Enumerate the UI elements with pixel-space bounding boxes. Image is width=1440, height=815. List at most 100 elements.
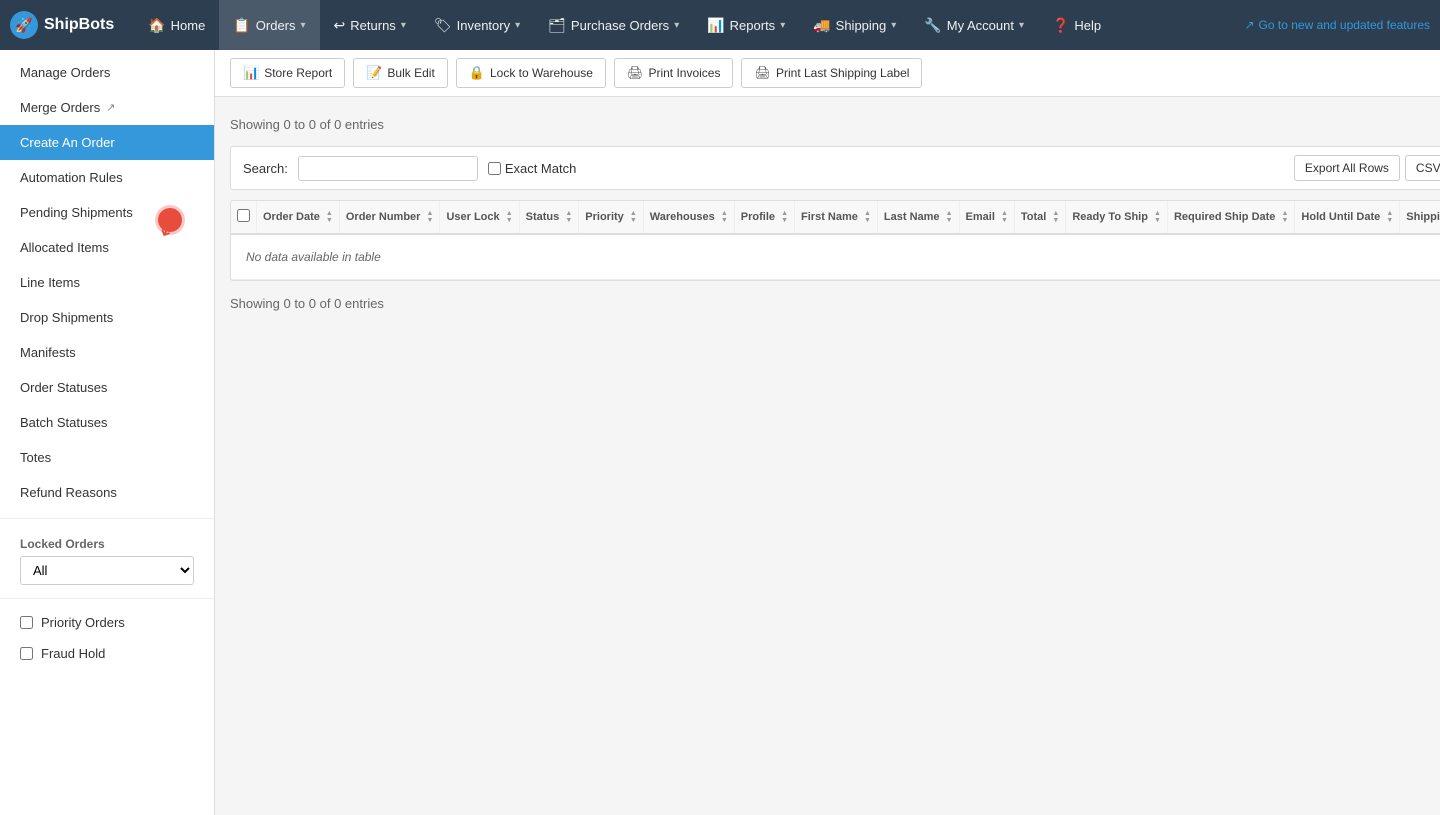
sidebar-item-drop-shipments[interactable]: Drop Shipments (0, 300, 214, 335)
nav-icon-purchase-orders: 🗂 (548, 17, 566, 34)
sidebar-item-automation-rules[interactable]: Automation Rules (0, 160, 214, 195)
col-header-required-ship-date[interactable]: Required Ship Date ▲▼ (1167, 201, 1294, 234)
main-content: 📊 Store Report 📝 Bulk Edit 🔒 Lock to Wareh… (215, 50, 1440, 815)
toolbar-btn-print-invoices[interactable]: 🖨 Print Invoices (614, 58, 734, 88)
priority-orders-label: Priority Orders (41, 615, 125, 630)
nav-item-shipping[interactable]: 🚚 Shipping ▾ (799, 0, 910, 50)
sidebar-label-allocated-items: Allocated Items (20, 240, 109, 255)
toolbar-btn-print-last-shipping-label[interactable]: 🖨 Print Last Shipping Label (741, 58, 922, 88)
dropdown-arrow-returns: ▾ (401, 20, 406, 31)
select-all-checkbox[interactable] (237, 209, 250, 222)
sidebar-divider (0, 518, 214, 519)
data-table-wrapper: Order Date ▲▼Order Number ▲▼User Lock ▲▼… (230, 200, 1440, 281)
sort-arrows-total: ▲▼ (1052, 210, 1059, 224)
dropdown-arrow-my-account: ▾ (1019, 20, 1024, 31)
sidebar-item-line-items[interactable]: Line Items (0, 265, 214, 300)
col-header-email[interactable]: Email ▲▼ (959, 201, 1014, 234)
col-label-total: Total (1021, 211, 1046, 223)
col-header-ready-to-ship[interactable]: Ready To Ship ▲▼ (1066, 201, 1168, 234)
fraud-hold-item[interactable]: Fraud Hold (0, 638, 214, 669)
nav-item-reports[interactable]: 📊 Reports ▾ (693, 0, 799, 50)
col-header-order-date[interactable]: Order Date ▲▼ (257, 201, 340, 234)
exact-match-text: Exact Match (505, 161, 577, 176)
nav-icon-my-account: 🔧 (924, 17, 941, 34)
main-layout: Manage Orders Merge Orders ↗Create An Or… (0, 50, 1440, 815)
nav-icon-help: ❓ (1052, 17, 1069, 34)
sidebar-item-batch-statuses[interactable]: Batch Statuses (0, 405, 214, 440)
sort-arrows-warehouses: ▲▼ (721, 210, 728, 224)
toolbar: 📊 Store Report 📝 Bulk Edit 🔒 Lock to Wareh… (215, 50, 1440, 97)
col-header-hold-until-date[interactable]: Hold Until Date ▲▼ (1295, 201, 1400, 234)
navbar: 🚀 ShipBots 🏠 Home 📋 Orders ▾↩ Returns ▾🏷… (0, 0, 1440, 50)
col-header-priority[interactable]: Priority ▲▼ (579, 201, 644, 234)
export-all-rows-btn[interactable]: Export All Rows (1294, 155, 1400, 181)
col-header-user-lock[interactable]: User Lock ▲▼ (440, 201, 519, 234)
brand-icon: 🚀 (10, 11, 38, 39)
exact-match-label[interactable]: Exact Match (488, 161, 577, 176)
sort-arrows-order-date: ▲▼ (326, 210, 333, 224)
brand-logo[interactable]: 🚀 ShipBots (10, 11, 114, 39)
nav-item-home[interactable]: 🏠 Home (134, 0, 219, 50)
nav-item-returns[interactable]: ↩ Returns ▾ (320, 0, 420, 50)
col-label-first-name: First Name (801, 211, 858, 223)
no-data-row: No data available in table (231, 234, 1440, 280)
sidebar: Manage Orders Merge Orders ↗Create An Or… (0, 50, 215, 815)
locked-orders-label: Locked Orders (20, 537, 194, 551)
nav-item-help[interactable]: ❓ Help (1038, 0, 1115, 50)
col-label-order-number: Order Number (346, 211, 421, 223)
col-header-profile[interactable]: Profile ▲▼ (734, 201, 794, 234)
locked-orders-select[interactable]: All Locked Unlocked (20, 556, 194, 585)
search-input[interactable] (298, 156, 478, 181)
sidebar-label-automation-rules: Automation Rules (20, 170, 123, 185)
col-header-warehouses[interactable]: Warehouses ▲▼ (643, 201, 734, 234)
nav-item-orders[interactable]: 📋 Orders ▾ (219, 0, 319, 50)
sidebar-items: Manage Orders Merge Orders ↗Create An Or… (0, 55, 214, 510)
col-label-status: Status (526, 211, 560, 223)
col-header-shipping-name[interactable]: Shipping Name ▲▼ (1400, 201, 1440, 234)
col-header-first-name[interactable]: First Name ▲▼ (795, 201, 878, 234)
priority-orders-item[interactable]: Priority Orders (0, 607, 214, 638)
sidebar-item-totes[interactable]: Totes (0, 440, 214, 475)
dropdown-arrow-shipping: ▾ (891, 20, 896, 31)
sidebar-item-allocated-items[interactable]: Allocated Items (0, 230, 214, 265)
exact-match-checkbox[interactable] (488, 162, 501, 175)
sidebar-item-manifests[interactable]: Manifests (0, 335, 214, 370)
nav-item-my-account[interactable]: 🔧 My Account ▾ (910, 0, 1038, 50)
nav-label-purchase-orders: Purchase Orders (571, 18, 669, 33)
col-header-status[interactable]: Status ▲▼ (519, 201, 579, 234)
sidebar-label-manage-orders: Manage Orders (20, 65, 110, 80)
sort-arrows-hold-until-date: ▲▼ (1386, 210, 1393, 224)
nav-item-inventory[interactable]: 🏷 Inventory ▾ (420, 0, 534, 50)
sort-arrows-order-number: ▲▼ (427, 210, 434, 224)
sidebar-label-manifests: Manifests (20, 345, 76, 360)
label-print-last-shipping-label: Print Last Shipping Label (776, 66, 909, 80)
sidebar-item-create-an-order[interactable]: Create An Order (0, 125, 214, 160)
sidebar-label-line-items: Line Items (20, 275, 80, 290)
col-header-last-name[interactable]: Last Name ▲▼ (877, 201, 959, 234)
sidebar-item-merge-orders[interactable]: Merge Orders ↗ (0, 90, 214, 125)
sidebar-item-order-statuses[interactable]: Order Statuses (0, 370, 214, 405)
toolbar-btn-lock-to-warehouse[interactable]: 🔒 Lock to Warehouse (456, 58, 606, 88)
sidebar-item-manage-orders[interactable]: Manage Orders (0, 55, 214, 90)
new-features-link[interactable]: ↗ Go to new and updated features (1244, 18, 1430, 32)
toolbar-btn-bulk-edit[interactable]: 📝 Bulk Edit (353, 58, 448, 88)
nav-label-reports: Reports (730, 18, 776, 33)
nav-item-purchase-orders[interactable]: 🗂 Purchase Orders ▾ (534, 0, 693, 50)
col-label-warehouses: Warehouses (650, 211, 715, 223)
icon-print-last-shipping-label: 🖨 (754, 65, 771, 81)
col-label-profile: Profile (741, 211, 775, 223)
sort-arrows-required-ship-date: ▲▼ (1281, 210, 1288, 224)
nav-label-returns: Returns (350, 18, 396, 33)
nav-icon-returns: ↩ (334, 17, 346, 34)
priority-orders-checkbox[interactable] (20, 616, 33, 629)
data-table: Order Date ▲▼Order Number ▲▼User Lock ▲▼… (231, 201, 1440, 280)
fraud-hold-checkbox[interactable] (20, 647, 33, 660)
sidebar-item-pending-shipments[interactable]: Pending Shipments (0, 195, 214, 230)
sidebar-item-refund-reasons[interactable]: Refund Reasons (0, 475, 214, 510)
table-area: Showing 0 to 0 of 0 entries First < > La… (215, 97, 1440, 330)
no-data-cell: No data available in table (231, 234, 1440, 280)
col-header-total[interactable]: Total ▲▼ (1014, 201, 1065, 234)
csv-btn[interactable]: CSV (1405, 155, 1440, 181)
col-header-order-number[interactable]: Order Number ▲▼ (339, 201, 440, 234)
toolbar-btn-store-report[interactable]: 📊 Store Report (230, 58, 345, 88)
